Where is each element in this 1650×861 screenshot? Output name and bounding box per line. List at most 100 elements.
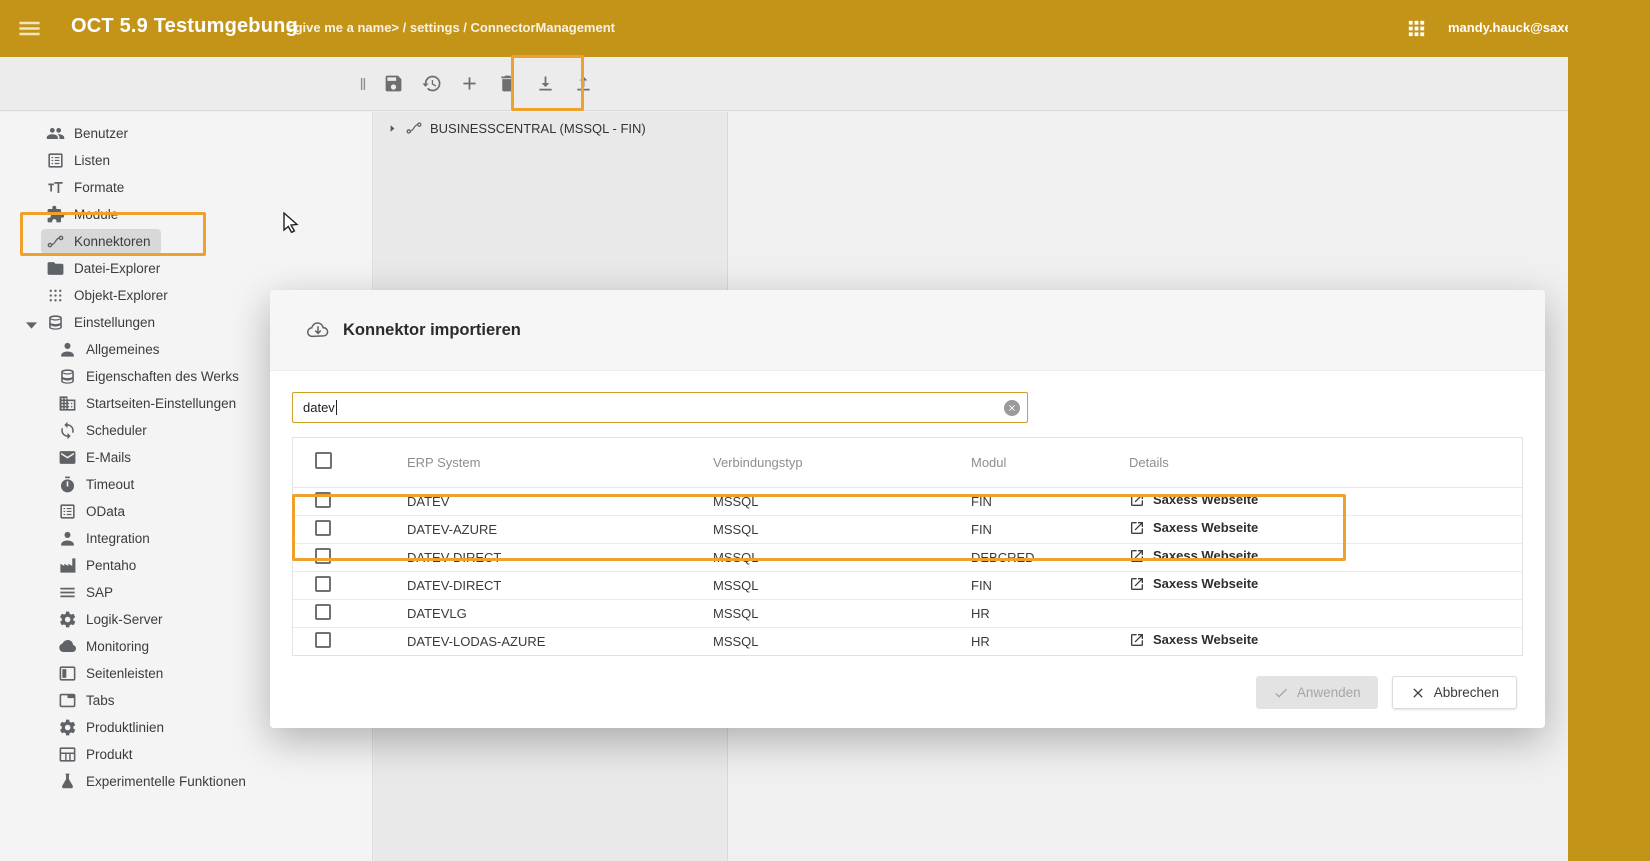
sidebar-item-datei-explorer[interactable]: Datei-Explorer <box>0 255 372 282</box>
connector-row-datev-direct[interactable]: DATEV-DIRECTMSSQLDEBCREDSaxess Webseite <box>293 543 1522 571</box>
sidebar-item-body: Konnektoren <box>41 229 161 254</box>
table-header-row: ERP SystemVerbindungstypModulDetails <box>293 438 1522 487</box>
export-button[interactable] <box>564 63 602 105</box>
sidebar-item-body: Experimentelle Funktionen <box>53 769 256 794</box>
gear-icon <box>58 610 77 629</box>
cell-details: Saxess Webseite <box>1129 571 1522 599</box>
row-checkbox[interactable] <box>315 576 331 592</box>
connector-row-datevlg[interactable]: DATEVLGMSSQLHR <box>293 599 1522 627</box>
dialog-header: Konnektor importieren <box>270 290 1545 371</box>
connector-icon <box>46 232 65 251</box>
column-header-modul: Modul <box>971 438 1129 487</box>
chevron-down-icon[interactable] <box>22 316 41 335</box>
cell-erp-system: DATEV-DIRECT <box>407 571 713 599</box>
database-icon <box>46 313 65 332</box>
sidebar-item-produkt[interactable]: Produkt <box>0 741 372 768</box>
apply-button: Anwenden <box>1256 676 1378 709</box>
details-link[interactable]: Saxess Webseite <box>1129 576 1258 592</box>
connector-row-datev[interactable]: DATEVMSSQLFINSaxess Webseite <box>293 487 1522 515</box>
app-window: OCT 5.9 Testumgebung <give me a name> / … <box>0 0 1568 861</box>
splitter-handle[interactable] <box>354 74 372 94</box>
sidebar-item-body: Allgemeines <box>53 337 170 362</box>
sidebar-item-label: Produktlinien <box>86 720 164 735</box>
delete-button[interactable] <box>488 63 526 105</box>
background-strip <box>1568 0 1650 861</box>
cell-modul: HR <box>971 599 1129 627</box>
cancel-button[interactable]: Abbrechen <box>1392 676 1517 709</box>
sidebar-item-experimentelle-funktionen[interactable]: Experimentelle Funktionen <box>0 768 372 795</box>
row-checkbox[interactable] <box>315 492 331 508</box>
sidebar-item-body: Scheduler <box>53 418 157 443</box>
sidebar-item-body: Monitoring <box>53 634 159 659</box>
sidebar-item-label: Tabs <box>86 693 115 708</box>
sidebar-item-label: Eigenschaften des Werks <box>86 369 239 384</box>
download-icon <box>535 73 556 94</box>
sidebar-item-label: Monitoring <box>86 639 149 654</box>
column-header-verbindungstyp: Verbindungstyp <box>713 438 971 487</box>
menu-icon[interactable] <box>16 15 43 42</box>
cell-details: Saxess Webseite <box>1129 515 1522 543</box>
search-input[interactable]: datev <box>292 392 1028 423</box>
row-checkbox[interactable] <box>315 520 331 536</box>
folder-icon <box>46 259 65 278</box>
import-button[interactable] <box>526 63 564 105</box>
add-icon <box>459 73 480 94</box>
people-icon <box>46 124 65 143</box>
cell-verbindungstyp: MSSQL <box>713 599 971 627</box>
cell-modul: FIN <box>971 515 1129 543</box>
save-icon <box>383 73 404 94</box>
details-link[interactable]: Saxess Webseite <box>1129 548 1258 564</box>
sidebar-item-module[interactable]: Module <box>0 201 372 228</box>
add-button[interactable] <box>450 63 488 105</box>
connector-row-datev-direct[interactable]: DATEV-DIRECTMSSQLFINSaxess Webseite <box>293 571 1522 599</box>
cell-details: Saxess Webseite <box>1129 543 1522 571</box>
select-all-checkbox[interactable] <box>315 452 332 469</box>
sidebar-item-listen[interactable]: Listen <box>0 147 372 174</box>
restore-button[interactable] <box>412 63 450 105</box>
sidebar-item-label: Konnektoren <box>74 234 151 249</box>
cell-details: Saxess Webseite <box>1129 487 1522 515</box>
cell-details <box>1129 599 1522 627</box>
details-link[interactable]: Saxess Webseite <box>1129 492 1258 508</box>
details-link[interactable]: Saxess Webseite <box>1129 520 1258 536</box>
topbar: OCT 5.9 Testumgebung <give me a name> / … <box>0 0 1568 57</box>
toolbar-buttons <box>374 57 602 110</box>
sync-icon <box>58 421 77 440</box>
tree-item-businesscentral[interactable]: BUSINESSCENTRAL (MSSQL - FIN) <box>374 112 727 144</box>
save-button[interactable] <box>374 63 412 105</box>
sidebar-item-label: Seitenleisten <box>86 666 163 681</box>
sidebar-item-benutzer[interactable]: Benutzer <box>0 120 372 147</box>
cell-erp-system: DATEV-DIRECT <box>407 543 713 571</box>
upload-icon <box>573 73 594 94</box>
apps-grid-icon[interactable] <box>1405 17 1428 40</box>
column-header-erp-system: ERP System <box>407 438 713 487</box>
row-checkbox[interactable] <box>315 604 331 620</box>
sidebar-item-body: Eigenschaften des Werks <box>53 364 249 389</box>
details-link[interactable]: Saxess Webseite <box>1129 632 1258 648</box>
sidebar-item-body: Integration <box>53 526 160 551</box>
sidebar-item-body: Seitenleisten <box>53 661 173 686</box>
chevron-right-icon[interactable] <box>387 123 398 134</box>
person-icon <box>58 529 77 548</box>
sidebar-item-konnektoren[interactable]: Konnektoren <box>0 228 372 255</box>
cell-erp-system: DATEVLG <box>407 599 713 627</box>
search-value: datev <box>303 400 335 415</box>
row-checkbox[interactable] <box>315 632 331 648</box>
connector-row-datev-azure[interactable]: DATEV-AZUREMSSQLFINSaxess Webseite <box>293 515 1522 543</box>
cell-verbindungstyp: MSSQL <box>713 571 971 599</box>
connector-row-datev-lodas-azure[interactable]: DATEV-LODAS-AZUREMSSQLHRSaxess Webseite <box>293 627 1522 655</box>
sidebar-item-body: Formate <box>41 175 134 200</box>
sidebar-item-formate[interactable]: Formate <box>0 174 372 201</box>
sidebar-item-body: SAP <box>53 580 123 605</box>
row-checkbox[interactable] <box>315 548 331 564</box>
list-icon <box>58 502 77 521</box>
clear-search-button[interactable] <box>1004 400 1020 416</box>
cloud-icon <box>58 637 77 656</box>
sidebar-item-body: Startseiten-Einstellungen <box>53 391 246 416</box>
sidebar-item-body: Produktlinien <box>53 715 174 740</box>
cell-verbindungstyp: MSSQL <box>713 515 971 543</box>
cell-erp-system: DATEV-LODAS-AZURE <box>407 627 713 655</box>
external-link-icon <box>1129 632 1145 648</box>
import-connector-dialog: Konnektor importieren datev ERP SystemVe… <box>270 290 1545 728</box>
sidebar-item-label: Produkt <box>86 747 133 762</box>
